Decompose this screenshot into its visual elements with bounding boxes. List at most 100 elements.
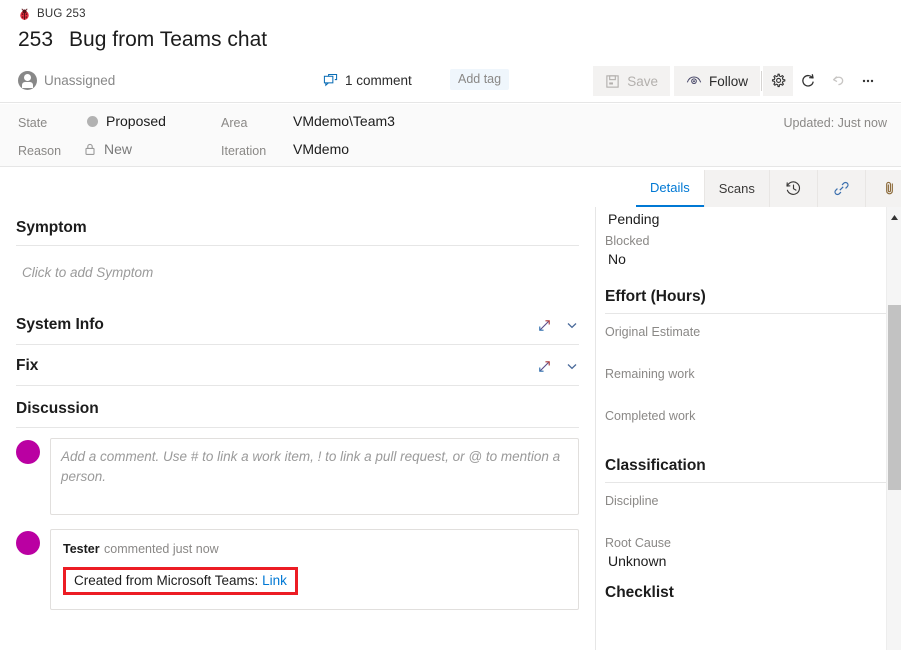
completed-work-label: Completed work xyxy=(605,405,887,423)
comment-author[interactable]: Tester xyxy=(63,542,100,556)
comment-header: Tester commented just now xyxy=(63,540,566,558)
system-info-actions xyxy=(536,317,579,334)
work-item-form: BUG 253 253 Bug from Teams chat Unassign… xyxy=(0,0,901,650)
symptom-placeholder: Click to add Symptom xyxy=(22,265,153,280)
comment-body-highlighted: Created from Microsoft Teams: Link xyxy=(63,567,298,595)
discipline-value[interactable] xyxy=(605,508,887,532)
save-label: Save xyxy=(627,74,658,89)
root-cause-label: Root Cause xyxy=(605,532,887,550)
gear-icon xyxy=(770,73,786,89)
fix-collapse-button[interactable] xyxy=(565,359,579,373)
remaining-work-label: Remaining work xyxy=(605,363,887,381)
original-estimate-value[interactable] xyxy=(605,339,887,363)
tab-links[interactable] xyxy=(817,170,865,207)
comment-body-text: Created from Microsoft Teams: xyxy=(74,573,262,588)
expand-diagonal-icon xyxy=(536,317,553,334)
comment-card: Tester commented just now Created from M… xyxy=(50,529,579,610)
symptom-field[interactable]: Click to add Symptom xyxy=(16,246,579,310)
blocked-value[interactable]: No xyxy=(605,248,887,270)
discussion-section: Discussion Add a comment. Use # to link … xyxy=(16,400,579,610)
sidebar-scrollbar[interactable] xyxy=(886,207,901,650)
scroll-up-button[interactable] xyxy=(887,210,901,224)
teams-link[interactable]: Link xyxy=(262,573,287,588)
work-item-type-row: BUG 253 xyxy=(18,5,86,23)
fix-title: Fix xyxy=(16,357,38,375)
work-item-header: BUG 253 253 Bug from Teams chat Unassign… xyxy=(0,0,901,103)
priority-value[interactable]: Pending xyxy=(605,207,887,230)
paperclip-icon xyxy=(881,180,898,197)
settings-button[interactable] xyxy=(763,66,793,96)
tab-scans-label: Scans xyxy=(719,181,755,196)
new-comment-row: Add a comment. Use # to link a work item… xyxy=(16,438,579,515)
system-info-section: System Info xyxy=(16,316,579,345)
original-estimate-label: Original Estimate xyxy=(605,321,887,339)
fix-expand-button[interactable] xyxy=(536,358,553,375)
comment-list-item: Tester commented just now Created from M… xyxy=(16,529,579,610)
root-cause-value[interactable]: Unknown xyxy=(605,550,887,572)
comment-input[interactable]: Add a comment. Use # to link a work item… xyxy=(50,438,579,515)
classification-divider xyxy=(605,482,887,483)
tab-attachments[interactable] xyxy=(865,170,901,207)
reason-field-label: Reason xyxy=(18,144,61,158)
iteration-field-label: Iteration xyxy=(221,144,266,158)
work-item-field-strip: State Proposed Reason New Area VMdemo\Te… xyxy=(0,104,901,167)
tab-scans[interactable]: Scans xyxy=(704,170,769,207)
blocked-label: Blocked xyxy=(605,230,887,248)
symptom-section-header: Symptom xyxy=(16,219,579,246)
sidebar-spacer xyxy=(605,572,887,584)
chevron-down-icon xyxy=(565,318,579,332)
save-button[interactable]: Save xyxy=(593,66,670,96)
fix-section-header[interactable]: Fix xyxy=(16,357,579,386)
toolbar-divider xyxy=(761,71,762,91)
history-icon xyxy=(785,180,802,197)
symptom-section: Symptom Click to add Symptom xyxy=(16,219,579,310)
reason-field-value[interactable]: New xyxy=(84,141,132,157)
system-info-title: System Info xyxy=(16,316,104,334)
tab-details[interactable]: Details xyxy=(636,170,704,207)
comments-count-label: 1 comment xyxy=(345,73,412,88)
comment-timestamp: commented just now xyxy=(104,542,219,556)
chevron-down-icon xyxy=(565,359,579,373)
state-field-label: State xyxy=(18,116,47,130)
fix-section: Fix xyxy=(16,357,579,386)
expand-diagonal-icon xyxy=(536,358,553,375)
remaining-work-value[interactable] xyxy=(605,381,887,405)
undo-button[interactable] xyxy=(823,66,853,96)
state-dot-icon xyxy=(87,116,98,127)
add-tag-button[interactable]: Add tag xyxy=(450,69,509,90)
refresh-icon xyxy=(800,73,816,89)
system-info-section-header[interactable]: System Info xyxy=(16,316,579,345)
scroll-up-arrow-icon xyxy=(890,214,899,221)
ellipsis-icon xyxy=(860,73,876,89)
sidebar-field-list: Pending Blocked No Effort (Hours) Origin… xyxy=(596,207,901,609)
system-info-expand-button[interactable] xyxy=(536,317,553,334)
refresh-button[interactable] xyxy=(793,66,823,96)
work-item-type-label: BUG 253 xyxy=(37,8,86,20)
undo-icon xyxy=(830,73,846,89)
completed-work-value[interactable] xyxy=(605,423,887,447)
follow-button[interactable]: Follow xyxy=(674,66,760,96)
scrollbar-thumb[interactable] xyxy=(888,305,901,490)
more-actions-button[interactable] xyxy=(853,66,883,96)
updated-timestamp: Updated: Just now xyxy=(783,116,887,130)
discussion-section-header: Discussion xyxy=(16,400,579,428)
effort-divider xyxy=(605,313,887,314)
work-item-title[interactable]: Bug from Teams chat xyxy=(69,28,267,52)
sidebar-spacer xyxy=(605,447,887,457)
checklist-group-title: Checklist xyxy=(605,584,887,609)
state-field-value[interactable]: Proposed xyxy=(87,113,166,129)
classification-group-title: Classification xyxy=(605,457,887,482)
avatar xyxy=(16,440,40,464)
iteration-field-value[interactable]: VMdemo xyxy=(293,141,349,157)
ladybug-icon xyxy=(18,8,31,21)
area-field-value[interactable]: VMdemo\Team3 xyxy=(293,113,395,129)
comments-count-button[interactable]: 1 comment xyxy=(323,68,412,92)
avatar xyxy=(16,531,40,555)
system-info-collapse-button[interactable] xyxy=(565,318,579,332)
work-item-title-row: 253 Bug from Teams chat xyxy=(18,28,267,52)
assigned-to-control[interactable]: Unassigned xyxy=(18,66,115,94)
state-value-text: Proposed xyxy=(106,113,166,129)
tab-history[interactable] xyxy=(769,170,817,207)
work-item-id: 253 xyxy=(18,28,53,52)
follow-label: Follow xyxy=(709,74,748,89)
